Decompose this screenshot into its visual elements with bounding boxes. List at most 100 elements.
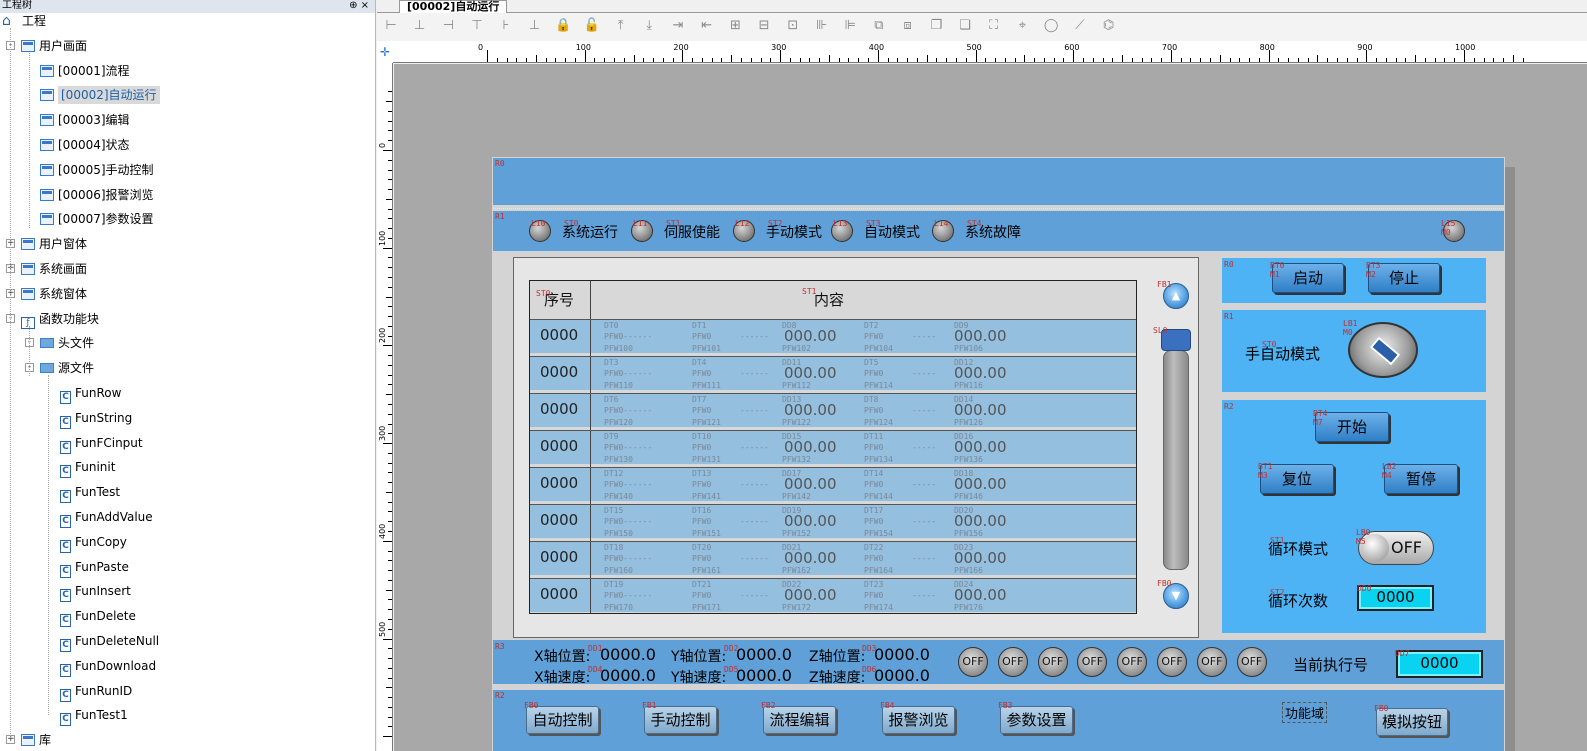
tree-node[interactable]: C FunAddValue: [60, 506, 375, 528]
ruler-tick: [828, 55, 830, 62]
table-row[interactable]: 0000 DT18 PFW0------ PFW160 DT20 PFW0 PFW161 DD…: [530, 541, 1136, 576]
tree-node[interactable]: + 库: [6, 729, 375, 751]
cell-address: PFW110: [604, 381, 633, 390]
tree-node[interactable]: - 头文件: [25, 332, 375, 354]
align-right-icon[interactable]: ⊣: [440, 18, 456, 34]
group-icon[interactable]: ⧉: [871, 18, 887, 34]
ruler-tick: [388, 140, 392, 142]
same-width-icon[interactable]: ⊞: [727, 18, 743, 34]
ungroup-icon[interactable]: ⧈: [900, 18, 916, 34]
send-bottom-icon[interactable]: ⤓: [641, 18, 657, 34]
table-row[interactable]: 0000 DT19 PFW0------ PFW170 DT21 PFW0 PFW171 DD…: [530, 578, 1136, 613]
tree-node[interactable]: C FunRunID: [60, 680, 375, 702]
ruler-tick: [1112, 58, 1114, 62]
link-icon[interactable]: ⟋: [1072, 18, 1088, 34]
nav-button-2[interactable]: 流程编辑: [763, 706, 836, 734]
tree-node[interactable]: C FunString: [60, 407, 375, 429]
ruler-tick: [388, 306, 392, 308]
y-speed-label: Y轴速度:: [671, 670, 727, 686]
cell-address: PFW140: [604, 492, 633, 501]
tree-node-label: FunTest: [75, 485, 121, 500]
tree-node[interactable]: C FunRow: [60, 382, 375, 404]
tag-nav-button: FB4: [880, 701, 895, 710]
nav-button-3[interactable]: 报警浏览: [882, 706, 955, 734]
ruler-tick: [1082, 58, 1084, 62]
ruler-tick: [1278, 58, 1280, 62]
tree-node[interactable]: C FunDeleteNull: [60, 630, 375, 652]
bring-front-icon[interactable]: ❐: [928, 18, 944, 34]
tree-node[interactable]: [00006]报警浏览: [40, 184, 375, 206]
cell-address: PFW122: [782, 418, 811, 427]
table-row[interactable]: 0000 DT15 PFW0------ PFW150 DT16 PFW0 PFW151 DD…: [530, 504, 1136, 539]
same-height-icon[interactable]: ⊟: [756, 18, 772, 34]
align-bottom-icon[interactable]: ⊥: [527, 18, 543, 34]
bring-top-icon[interactable]: ⤒: [613, 18, 629, 34]
move-right-icon[interactable]: ⇥: [670, 18, 686, 34]
ruler-corner-crosshair-icon[interactable]: ✛: [377, 41, 393, 63]
tree-node[interactable]: C FunCopy: [60, 531, 375, 553]
snap-icon[interactable]: ⌖: [1014, 18, 1030, 34]
table-row[interactable]: 0000 DT0 PFW0------ PFW100 DT1 PFW0 PFW101 DD8-…: [530, 319, 1136, 354]
ruler-tick: [672, 58, 674, 62]
tree-node[interactable]: C FunDelete: [60, 605, 375, 628]
ruler-tick: [383, 443, 392, 445]
cell-tag: DT3: [604, 358, 619, 367]
folder-icon: [40, 363, 54, 374]
tree-node[interactable]: - 源文件: [25, 357, 375, 379]
send-back-icon[interactable]: ❏: [957, 18, 973, 34]
tree-node[interactable]: C FunInsert: [60, 580, 375, 603]
tree-node[interactable]: C FunFCinput: [60, 432, 375, 454]
align-hcenter-icon[interactable]: ⊥: [412, 18, 428, 34]
circle-icon[interactable]: ◯: [1043, 18, 1059, 34]
align-vcenter-icon[interactable]: ⊦: [498, 18, 514, 34]
tree-node[interactable]: C FunTest: [60, 481, 375, 504]
lock-icon[interactable]: 🔒: [555, 18, 571, 34]
node-icon[interactable]: ⌬: [1101, 18, 1117, 34]
table-row[interactable]: 0000 DT9 PFW0------ PFW130 DT10 PFW0 PFW131 DD1…: [530, 430, 1136, 465]
same-size-icon[interactable]: ⊡: [785, 18, 801, 34]
ruler-tick: [388, 374, 392, 376]
cell-address: PFW146: [954, 492, 983, 501]
tree-node[interactable]: + 系统画面: [6, 258, 375, 280]
nav-button-1[interactable]: 手动控制: [644, 706, 717, 734]
tree-node[interactable]: [00002]自动运行: [40, 84, 375, 106]
tree-node[interactable]: C FunTest1: [60, 704, 375, 727]
v-space-icon[interactable]: ⊫: [842, 18, 858, 34]
tree-node[interactable]: [00005]手动控制: [40, 159, 375, 181]
cell-value: 000.00: [784, 401, 837, 419]
tree-node[interactable]: + 用户窗体: [6, 233, 375, 255]
tree-node[interactable]: -⌂工程: [2, 10, 375, 32]
row-divider: [590, 357, 591, 391]
table-scroll-track[interactable]: [1163, 350, 1189, 570]
ruler-tick: [383, 150, 392, 151]
table-row[interactable]: 0000 DT6 PFW0------ PFW120 DT7 PFW0 PFW121 DD13…: [530, 393, 1136, 428]
align-top-icon[interactable]: ⊤: [469, 18, 485, 34]
tab-auto-run[interactable]: [00002]自动运行: [399, 0, 508, 13]
h-space-icon[interactable]: ⊪: [814, 18, 830, 34]
tree-node[interactable]: - ƒ 函数功能块: [6, 308, 375, 330]
move-left-icon[interactable]: ⇤: [699, 18, 715, 34]
ruler-tick: [1336, 58, 1338, 62]
tree-node[interactable]: [00003]编辑: [40, 109, 375, 131]
tree-node[interactable]: C FunPaste: [60, 556, 375, 578]
table-row[interactable]: 0000 DT12 PFW0------ PFW140 DT13 PFW0 PFW141 DD…: [530, 467, 1136, 502]
tree-node[interactable]: C FunDownload: [60, 655, 375, 677]
tree-node[interactable]: - 用户画面: [6, 35, 375, 57]
fit-icon[interactable]: ⛶: [986, 18, 1002, 34]
nav-button-0[interactable]: 自动控制: [526, 706, 599, 734]
screen-page-icon: [40, 89, 54, 102]
tree-node[interactable]: [00001]流程: [40, 60, 375, 82]
unlock-icon[interactable]: 🔓: [584, 18, 600, 34]
align-left-icon[interactable]: ⊢: [383, 18, 399, 34]
output-led: OFF: [1196, 647, 1227, 677]
top-title-band[interactable]: [493, 158, 1504, 205]
nav-button-4[interactable]: 参数设置: [1000, 706, 1073, 734]
tree-node[interactable]: + 系统窗体: [6, 283, 375, 305]
status-label: 系统故障: [965, 225, 1021, 241]
tree-node[interactable]: C Funinit: [60, 456, 375, 479]
table-row[interactable]: 0000 DT3 PFW0------ PFW110 DT4 PFW0 PFW111 DD11…: [530, 356, 1136, 391]
ruler-tick: [487, 50, 488, 62]
tree-node[interactable]: [00004]状态: [40, 134, 375, 156]
tree-node[interactable]: [00007]参数设置: [40, 208, 375, 230]
ruler-tick: [388, 130, 392, 132]
